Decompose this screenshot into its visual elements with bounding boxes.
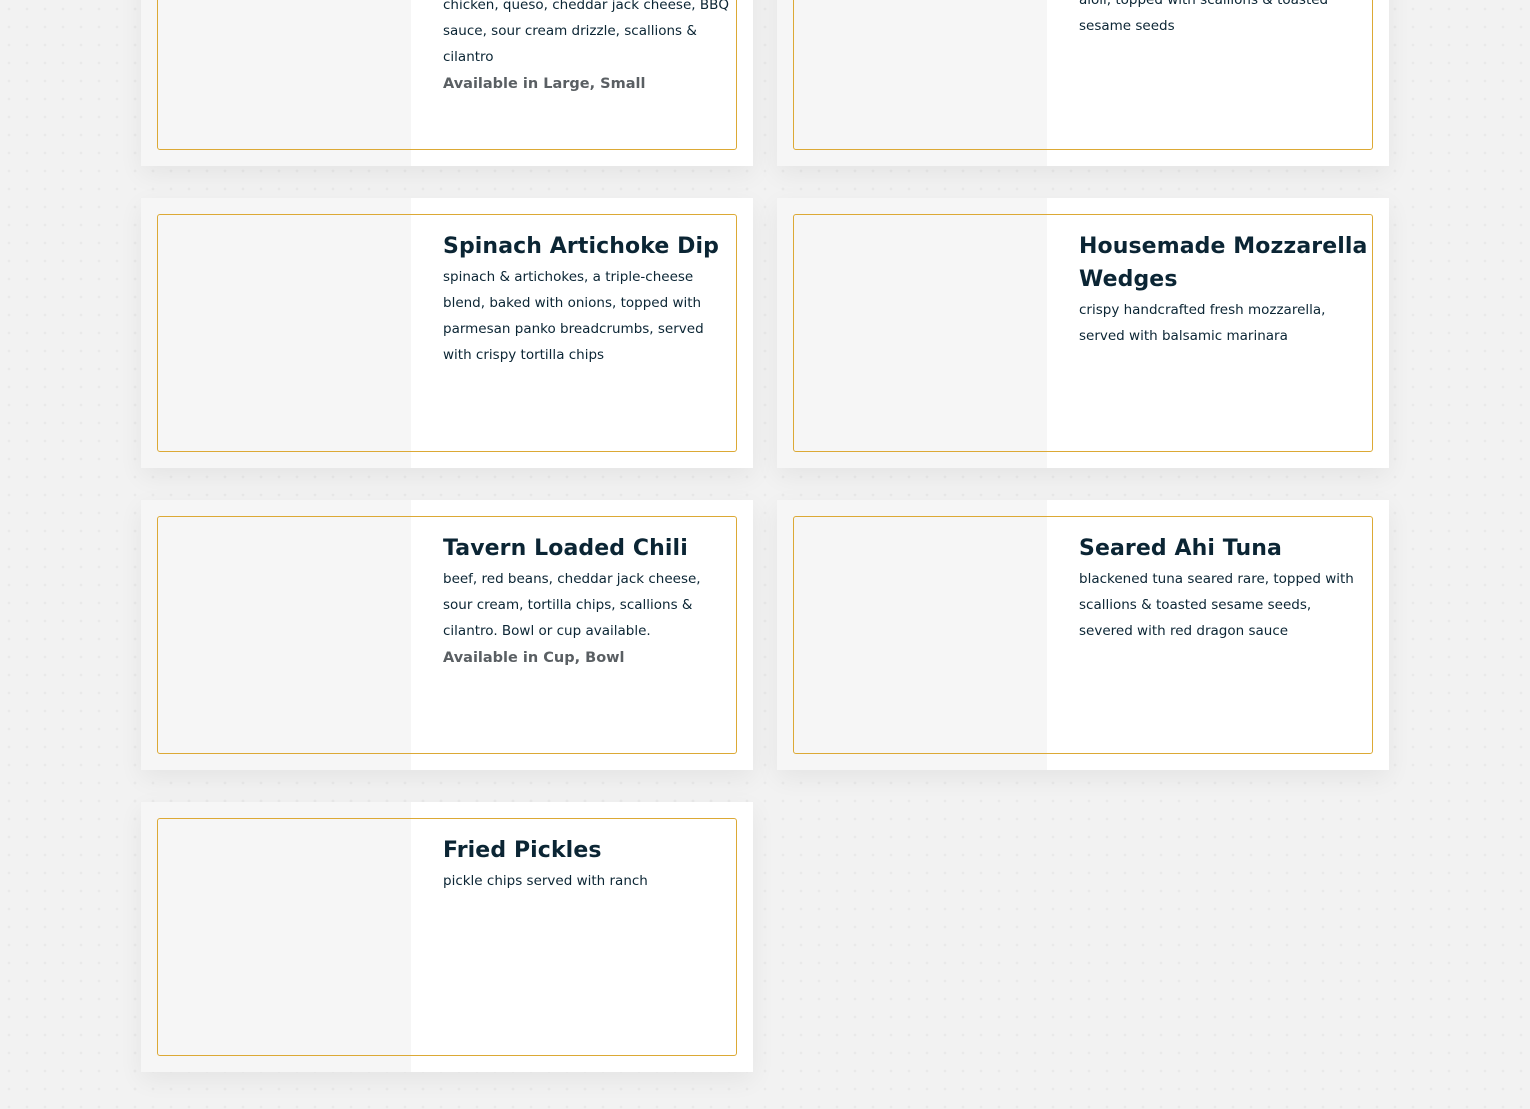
- menu-item-photo: [141, 500, 411, 770]
- menu-card-3[interactable]: Housemade Mozzarella Wedges crispy handc…: [777, 198, 1389, 468]
- menu-item-text: Housemade Mozzarella Wedges crispy handc…: [1079, 230, 1369, 349]
- menu-card-0[interactable]: chicken, queso, cheddar jack cheese, BBQ…: [141, 0, 753, 166]
- menu-item-title: Tavern Loaded Chili: [443, 536, 688, 561]
- menu-item-title: Seared Ahi Tuna: [1079, 536, 1282, 561]
- menu-item-description: spinach & artichokes, a triple-cheese bl…: [443, 269, 704, 363]
- menu-item-text: Spinach Artichoke Dip spinach & artichok…: [443, 230, 733, 368]
- menu-item-text: Tavern Loaded Chili beef, red beans, che…: [443, 532, 733, 669]
- menu-item-photo: [141, 802, 411, 1072]
- menu-item-description: beef, red beans, cheddar jack cheese, so…: [443, 571, 701, 639]
- menu-item-description: blackened tuna seared rare, topped with …: [1079, 571, 1354, 639]
- menu-card-1[interactable]: aioli, topped with scallions & toasted s…: [777, 0, 1389, 166]
- menu-item-availability: Available in Large, Small: [443, 76, 646, 92]
- menu-item-text: Seared Ahi Tuna blackened tuna seared ra…: [1079, 532, 1369, 644]
- menu-item-description: aioli, topped with scallions & toasted s…: [1079, 0, 1329, 34]
- menu-item-text: aioli, topped with scallions & toasted s…: [1079, 0, 1369, 39]
- menu-item-title: Spinach Artichoke Dip: [443, 234, 720, 259]
- menu-item-photo: [777, 198, 1047, 468]
- menu-item-photo: [777, 500, 1047, 770]
- menu-item-photo: [141, 198, 411, 468]
- menu-item-title: Housemade Mozzarella Wedges: [1079, 234, 1368, 292]
- menu-item-description: crispy handcrafted fresh mozzarella, ser…: [1079, 302, 1326, 344]
- menu-item-description: pickle chips served with ranch: [443, 873, 648, 889]
- menu-card-4[interactable]: Tavern Loaded Chili beef, red beans, che…: [141, 500, 753, 770]
- menu-item-description: chicken, queso, cheddar jack cheese, BBQ…: [443, 0, 729, 65]
- menu-item-text: Fried Pickles pickle chips served with r…: [443, 834, 733, 894]
- menu-card-2[interactable]: Spinach Artichoke Dip spinach & artichok…: [141, 198, 753, 468]
- menu-item-text: chicken, queso, cheddar jack cheese, BBQ…: [443, 0, 733, 95]
- menu-card-6[interactable]: Fried Pickles pickle chips served with r…: [141, 802, 753, 1072]
- menu-item-photo: [141, 0, 411, 166]
- menu-item-photo: [777, 0, 1047, 166]
- menu-card-5[interactable]: Seared Ahi Tuna blackened tuna seared ra…: [777, 500, 1389, 770]
- menu-item-availability: Available in Cup, Bowl: [443, 650, 625, 666]
- menu-item-title: Fried Pickles: [443, 838, 602, 863]
